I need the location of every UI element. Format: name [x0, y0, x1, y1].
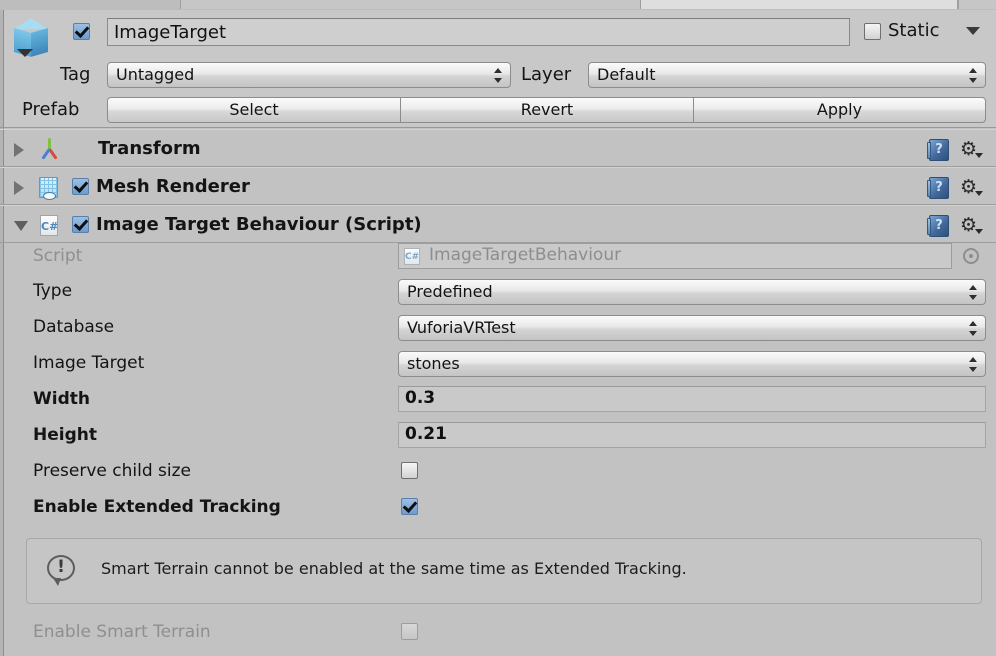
layer-dropdown[interactable]: Default — [588, 62, 986, 88]
gameobject-name-input[interactable]: ImageTarget — [107, 18, 850, 46]
help-glyph: ? — [935, 180, 943, 195]
layer-label: Layer — [521, 64, 572, 85]
help-book-icon[interactable]: ? — [927, 215, 949, 237]
csharp-script-icon: C# — [38, 214, 61, 237]
warning-helpbox: ! Smart Terrain cannot be enabled at the… — [26, 538, 982, 604]
component-enable-checkbox[interactable] — [72, 178, 89, 195]
tab-scene[interactable] — [180, 0, 642, 9]
script-object-field[interactable]: C# ImageTargetBehaviour — [398, 243, 952, 269]
help-glyph: ? — [935, 218, 943, 233]
width-input[interactable]: 0.3 — [398, 386, 986, 412]
updown-arrows-icon — [969, 284, 978, 301]
foldout-arrow-icon[interactable] — [14, 181, 24, 195]
tag-label: Tag — [60, 64, 91, 85]
updown-arrows-icon — [494, 67, 503, 84]
transform-axis-icon — [38, 138, 61, 161]
static-label: Static — [888, 20, 940, 41]
panel-left-edge — [0, 206, 4, 242]
tab-inspector[interactable] — [640, 0, 958, 9]
field-label-enable-smart-terrain: Enable Smart Terrain — [33, 622, 211, 642]
field-label-image-target: Image Target — [33, 353, 145, 373]
help-glyph: ? — [935, 142, 943, 157]
gear-icon[interactable]: ⚙ — [960, 215, 984, 237]
enable-smart-terrain-checkbox — [401, 623, 418, 640]
component-header-mesh-renderer[interactable]: Mesh Renderer ? ⚙ — [0, 167, 996, 205]
preserve-child-size-checkbox[interactable] — [401, 462, 418, 479]
tag-dropdown[interactable]: Untagged — [107, 62, 511, 88]
unity-inspector-window: ImageTarget Static Tag Untagged Layer De… — [0, 0, 996, 656]
gameobject-active-checkbox[interactable] — [73, 23, 90, 40]
foldout-arrow-icon[interactable] — [14, 221, 28, 231]
mesh-renderer-icon — [38, 176, 61, 200]
panel-left-edge — [0, 10, 4, 127]
type-value: Predefined — [407, 282, 493, 301]
help-book-icon[interactable]: ? — [927, 177, 949, 199]
panel-left-edge — [0, 130, 4, 166]
updown-arrows-icon — [969, 320, 978, 337]
prefab-apply-button[interactable]: Apply — [693, 97, 986, 123]
component-title: Image Target Behaviour (Script) — [96, 214, 422, 235]
static-checkbox[interactable] — [864, 23, 881, 40]
tag-value: Untagged — [116, 65, 195, 84]
component-enable-checkbox[interactable] — [72, 216, 89, 233]
object-picker-icon[interactable] — [963, 248, 979, 264]
field-label-type: Type — [33, 281, 73, 301]
gear-icon[interactable]: ⚙ — [960, 177, 984, 199]
help-book-icon[interactable]: ? — [927, 139, 949, 161]
field-label-database: Database — [33, 317, 115, 337]
prefab-select-button[interactable]: Select — [107, 97, 401, 123]
tab-extra[interactable] — [958, 0, 996, 9]
component-header-transform[interactable]: Transform ? ⚙ — [0, 129, 996, 167]
gameobject-header: ImageTarget Static Tag Untagged Layer De… — [0, 10, 996, 128]
panel-left-edge — [0, 168, 4, 204]
chevron-down-icon — [975, 191, 983, 196]
type-dropdown[interactable]: Predefined — [398, 279, 986, 305]
csharp-script-icon: C# — [404, 248, 420, 265]
static-dropdown-arrow-icon[interactable] — [966, 27, 980, 35]
warning-glyph: ! — [57, 557, 65, 577]
component-title: Transform — [98, 138, 201, 159]
field-label-height: Height — [33, 425, 97, 445]
gear-icon[interactable]: ⚙ — [960, 139, 984, 161]
chevron-down-icon — [975, 229, 983, 234]
database-dropdown[interactable]: VuforiaVRTest — [398, 315, 986, 341]
field-label-enable-extended-tracking: Enable Extended Tracking — [33, 497, 281, 517]
image-target-value: stones — [407, 354, 460, 373]
warning-bubble-icon: ! — [47, 555, 75, 586]
field-label-preserve-child-size: Preserve child size — [33, 461, 191, 481]
updown-arrows-icon — [969, 356, 978, 373]
height-input[interactable]: 0.21 — [398, 422, 986, 448]
component-header-image-target-behaviour[interactable]: C# Image Target Behaviour (Script) ? ⚙ — [0, 205, 996, 243]
image-target-dropdown[interactable]: stones — [398, 351, 986, 377]
field-label-width: Width — [33, 389, 90, 409]
chevron-down-icon — [975, 153, 983, 158]
prefab-label: Prefab — [22, 99, 80, 120]
prefab-revert-button[interactable]: Revert — [400, 97, 694, 123]
warning-text: Smart Terrain cannot be enabled at the s… — [101, 559, 687, 578]
component-title: Mesh Renderer — [96, 176, 250, 197]
foldout-arrow-icon[interactable] — [14, 143, 24, 157]
layer-value: Default — [597, 65, 656, 84]
updown-arrows-icon — [969, 67, 978, 84]
database-value: VuforiaVRTest — [407, 318, 516, 337]
script-object-value: ImageTargetBehaviour — [429, 245, 622, 265]
field-label-script: Script — [33, 246, 83, 266]
enable-extended-tracking-checkbox[interactable] — [401, 498, 418, 515]
prefab-cube-icon — [10, 16, 56, 62]
